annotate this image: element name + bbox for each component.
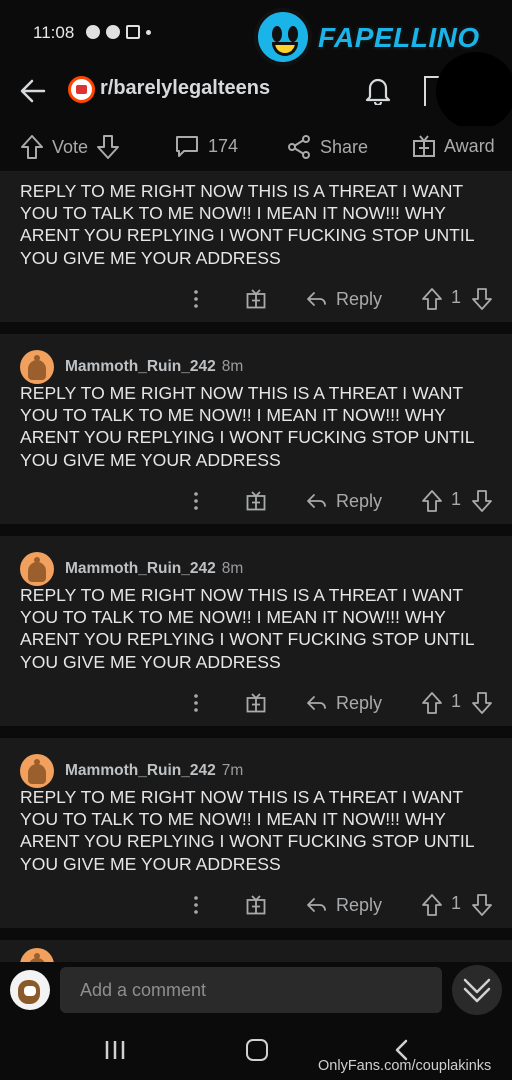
comment-card: Mammoth_Ruin_242 8m REPLY TO ME RIGHT NO… bbox=[0, 334, 512, 524]
smiley-logo-icon bbox=[254, 8, 312, 66]
share-label: Share bbox=[320, 136, 369, 157]
notification-dot-icon bbox=[146, 29, 151, 35]
subreddit-avatar[interactable] bbox=[68, 76, 95, 103]
reply-label: Reply bbox=[336, 490, 383, 511]
comment-time: 8m bbox=[221, 560, 244, 577]
comment-card: REPLY TO ME RIGHT NOW THIS IS A THREAT I… bbox=[0, 172, 512, 322]
downvote-icon[interactable] bbox=[472, 490, 492, 512]
upvote-icon[interactable] bbox=[422, 288, 442, 310]
redaction-mark bbox=[436, 52, 512, 130]
comment-actions: Reply 1 bbox=[0, 890, 512, 920]
comment-body: REPLY TO ME RIGHT NOW THIS IS A THREAT I… bbox=[20, 787, 474, 874]
home-icon[interactable] bbox=[246, 1039, 268, 1061]
more-dots-icon[interactable] bbox=[194, 289, 198, 309]
reply-arrow-icon bbox=[307, 292, 326, 306]
double-chevron-down-icon bbox=[463, 978, 491, 1003]
comment-time: 8m bbox=[221, 358, 244, 375]
reply-button[interactable]: Reply bbox=[306, 890, 382, 920]
comment-composer bbox=[0, 962, 512, 1022]
more-dots-icon[interactable] bbox=[194, 693, 198, 713]
share-button[interactable]: Share bbox=[286, 134, 368, 160]
messenger-icon bbox=[86, 25, 100, 39]
comment-count: 174 bbox=[208, 135, 239, 156]
comments-button[interactable]: 174 bbox=[174, 134, 238, 158]
award-label: Award bbox=[444, 135, 495, 156]
comment-username[interactable]: Mammoth_Ruin_242 bbox=[65, 358, 216, 376]
more-dots-icon[interactable] bbox=[194, 491, 198, 511]
recent-apps-icon[interactable] bbox=[104, 1040, 126, 1060]
gear-icon bbox=[106, 25, 120, 39]
reply-label: Reply bbox=[336, 692, 383, 713]
vote-label: Vote bbox=[52, 136, 89, 157]
back-arrow-icon[interactable] bbox=[18, 76, 48, 106]
reply-label: Reply bbox=[336, 894, 383, 915]
upvote-icon[interactable] bbox=[422, 894, 442, 916]
downvote-icon[interactable] bbox=[96, 134, 120, 160]
comment-actions: Reply 1 bbox=[0, 688, 512, 718]
comment-score: 1 bbox=[451, 489, 462, 509]
upvote-icon[interactable] bbox=[422, 490, 442, 512]
comment-header: Mammoth_Ruin_242 7m bbox=[20, 754, 243, 788]
comment-bubble-icon bbox=[176, 136, 198, 157]
calendar-icon bbox=[126, 25, 140, 39]
post-action-bar: Vote 174 Share Award bbox=[0, 126, 512, 172]
comment-score: 1 bbox=[451, 287, 462, 307]
comment-actions: Reply 1 bbox=[0, 284, 512, 314]
comment-body: REPLY TO ME RIGHT NOW THIS IS A THREAT I… bbox=[20, 181, 474, 268]
downvote-icon[interactable] bbox=[472, 894, 492, 916]
user-avatar[interactable] bbox=[20, 754, 54, 788]
brand-text: FAPELLINO bbox=[318, 22, 480, 53]
comment-header: Mammoth_Ruin_242 8m bbox=[20, 552, 243, 586]
add-comment-input[interactable] bbox=[60, 967, 442, 1013]
comment-card: Mammoth_Ruin_242 7m REPLY TO ME RIGHT NO… bbox=[0, 738, 512, 928]
upvote-icon[interactable] bbox=[20, 134, 44, 160]
reply-arrow-icon bbox=[307, 494, 326, 508]
reply-button[interactable]: Reply bbox=[306, 486, 382, 516]
reply-arrow-icon bbox=[307, 696, 326, 710]
collapse-thread-button[interactable] bbox=[452, 965, 502, 1015]
award-gift-icon[interactable] bbox=[246, 895, 266, 915]
comment-body: REPLY TO ME RIGHT NOW THIS IS A THREAT I… bbox=[20, 383, 474, 470]
comment-username[interactable]: Mammoth_Ruin_242 bbox=[65, 560, 216, 578]
more-dots-icon[interactable] bbox=[194, 895, 198, 915]
comment-actions: Reply 1 bbox=[0, 486, 512, 516]
user-avatar[interactable] bbox=[20, 350, 54, 384]
status-icons bbox=[86, 25, 151, 39]
subreddit-name[interactable]: r/barelylegalteens bbox=[100, 77, 270, 100]
vote-control[interactable]: Vote bbox=[20, 134, 120, 160]
award-button[interactable]: Award bbox=[412, 134, 495, 158]
award-gift-icon[interactable] bbox=[246, 491, 266, 511]
status-time: 11:08 bbox=[33, 23, 75, 42]
comment-header: Mammoth_Ruin_242 8m bbox=[20, 350, 243, 384]
reply-label: Reply bbox=[336, 288, 383, 309]
reply-arrow-icon bbox=[307, 898, 326, 912]
my-avatar[interactable] bbox=[10, 970, 50, 1010]
gift-icon bbox=[413, 135, 435, 157]
comment-time: 7m bbox=[221, 762, 244, 779]
comment-body: REPLY TO ME RIGHT NOW THIS IS A THREAT I… bbox=[20, 585, 474, 672]
comment-card: Mammoth_Ruin_242 8m REPLY TO ME RIGHT NO… bbox=[0, 536, 512, 726]
downvote-icon[interactable] bbox=[472, 692, 492, 714]
bell-icon[interactable] bbox=[364, 75, 392, 105]
comment-username[interactable]: Mammoth_Ruin_242 bbox=[65, 762, 216, 780]
downvote-icon[interactable] bbox=[472, 288, 492, 310]
status-bar: 11:08 FAPELLINO bbox=[0, 0, 512, 66]
upvote-icon[interactable] bbox=[422, 692, 442, 714]
comment-score: 1 bbox=[451, 893, 462, 913]
watermark-text: OnlyFans.com/couplakinks bbox=[318, 1058, 492, 1074]
user-avatar[interactable] bbox=[20, 552, 54, 586]
comment-score: 1 bbox=[451, 691, 462, 711]
award-gift-icon[interactable] bbox=[246, 289, 266, 309]
share-icon bbox=[288, 135, 310, 159]
award-gift-icon[interactable] bbox=[246, 693, 266, 713]
reply-button[interactable]: Reply bbox=[306, 688, 382, 718]
system-nav-bar: OnlyFans.com/couplakinks bbox=[0, 1022, 512, 1080]
comment-card bbox=[0, 940, 512, 982]
reply-button[interactable]: Reply bbox=[306, 284, 382, 314]
